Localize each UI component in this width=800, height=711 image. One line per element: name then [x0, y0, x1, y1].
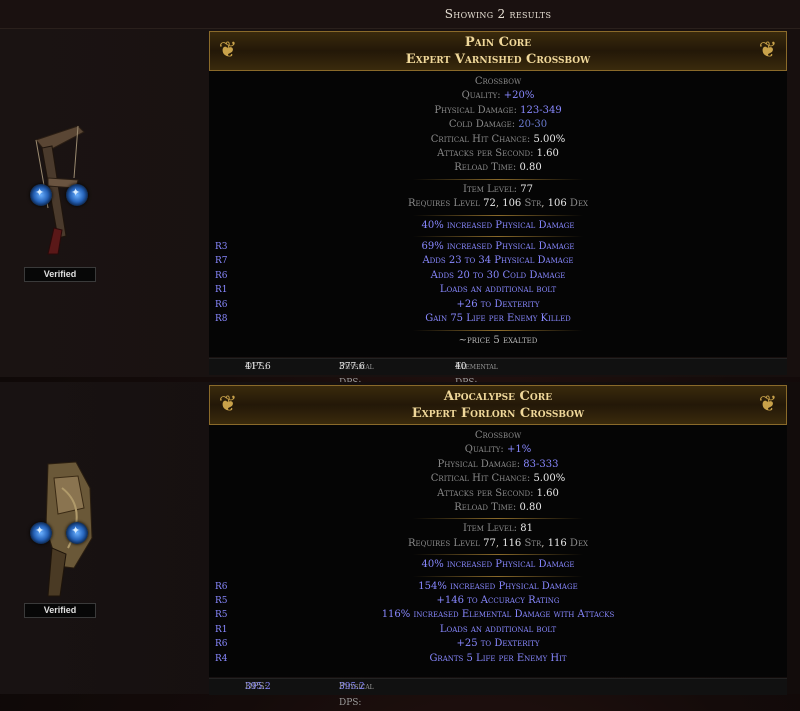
mod-text: 154% increased Physical Damage	[418, 580, 578, 592]
item-header: ❦ ❦ Apocalypse Core Expert Forlorn Cross…	[209, 385, 787, 425]
explicit-mods: R6 154% increased Physical Damage R5 +146 t…	[209, 580, 787, 666]
crit-chance-line: Critical Hit Chance: 5.00%	[430, 133, 566, 145]
explicit-mods: R3 69% increased Physical Damage R7 Adds 23…	[209, 240, 787, 326]
mod-tier: R6	[215, 299, 228, 310]
explicit-mod: R1 Loads an additional bolt	[209, 623, 787, 637]
item-base-type: Expert Forlorn Crossbow	[411, 406, 585, 421]
explicit-mod: R6 +25 to Dexterity	[209, 637, 787, 651]
separator	[413, 518, 583, 520]
mod-text: +26 to Dexterity	[456, 298, 540, 310]
dps-summary: DPS: 395.2 Physical DPS: 395.2	[209, 678, 787, 708]
separator	[413, 236, 583, 238]
mod-text: +25 to Dexterity	[456, 638, 540, 650]
cold-damage-line: Cold Damage: 20-30	[448, 119, 548, 131]
mod-tier: R5	[215, 596, 228, 607]
header-ornament-icon: ❦	[218, 38, 238, 63]
quality-line: Quality: +1%	[464, 444, 532, 456]
separator	[413, 554, 583, 556]
reload-time-line: Reload Time: 0.80	[454, 502, 542, 514]
mod-tier: R8	[215, 314, 228, 325]
item-tooltip: ❦ ❦ Apocalypse Core Expert Forlorn Cross…	[209, 385, 787, 677]
separator	[413, 214, 583, 216]
socket-icon	[66, 522, 88, 544]
socket-icon	[30, 184, 52, 206]
mod-text: Adds 23 to 34 Physical Damage	[422, 255, 574, 267]
requirements-line: Requires Level 72, 106 Str, 106 Dex	[407, 198, 589, 210]
crit-chance-line: Critical Hit Chance: 5.00%	[430, 473, 566, 485]
explicit-mod: R4 Grants 5 Life per Enemy Hit	[209, 652, 787, 666]
item-level-line: Item Level: 77	[463, 183, 533, 195]
socket-icon	[30, 522, 52, 544]
mod-text: Gain 75 Life per Enemy Killed	[425, 313, 571, 325]
mod-tier: R6	[215, 270, 228, 281]
item-image[interactable]	[18, 458, 110, 598]
item-class: Crossbow	[474, 76, 522, 87]
explicit-mod: R3 69% increased Physical Damage	[209, 240, 787, 254]
explicit-mod: R6 +26 to Dexterity	[209, 298, 787, 312]
mod-tier: R6	[215, 639, 228, 650]
verified-badge: Verified	[24, 267, 96, 282]
explicit-mod: R8 Gain 75 Life per Enemy Killed	[209, 312, 787, 326]
verified-badge: Verified	[24, 603, 96, 618]
mod-tier: R7	[215, 256, 228, 267]
socket-icon	[66, 184, 88, 206]
explicit-mod: R1 Loads an additional bolt	[209, 283, 787, 297]
item-name: Apocalypse Core	[443, 389, 553, 404]
explicit-mod: R5 +146 to Accuracy Rating	[209, 594, 787, 608]
header-ornament-icon: ❦	[218, 392, 238, 417]
item-properties: Crossbow Quality: +20% Physical Damage: …	[209, 71, 787, 216]
separator	[413, 575, 583, 577]
explicit-mod: R7 Adds 23 to 34 Physical Damage	[209, 254, 787, 268]
item-image[interactable]	[18, 118, 110, 258]
mod-text: Loads an additional bolt	[439, 284, 557, 296]
mod-text: 116% increased Elemental Damage with Att…	[381, 609, 615, 621]
mod-text: 69% increased Physical Damage	[421, 241, 575, 253]
mod-tier: R4	[215, 653, 228, 664]
item-class: Crossbow	[474, 430, 522, 441]
results-count: Showing 2 results	[444, 7, 552, 21]
quality-line: Quality: +20%	[461, 90, 535, 102]
mod-text: Adds 20 to 30 Cold Damage	[430, 269, 566, 281]
mod-tier: R3	[215, 242, 228, 253]
requirements-line: Requires Level 77, 116 Str, 116 Dex	[407, 537, 589, 549]
explicit-mod: R5 116% increased Elemental Damage with A…	[209, 608, 787, 622]
mod-tier: R1	[215, 285, 228, 296]
item-tooltip: ❦ ❦ Pain Core Expert Varnished Crossbow …	[209, 31, 787, 357]
price-note: ~price 5 exalted	[458, 334, 538, 346]
mod-tier: R1	[215, 624, 228, 635]
separator	[413, 178, 583, 180]
item-level-line: Item Level: 81	[463, 523, 533, 535]
implicit-mod: 40% increased Physical Damage	[421, 559, 575, 571]
reload-time-line: Reload Time: 0.80	[454, 162, 542, 174]
dps-summary: DPS: 417.6 Physical DPS: 377.6 Elemental…	[209, 358, 787, 388]
mod-text: +146 to Accuracy Rating	[436, 595, 560, 607]
results-header: Showing 2 results	[0, 0, 800, 29]
attack-speed-line: Attacks per Second: 1.60	[437, 487, 559, 499]
item-header: ❦ ❦ Pain Core Expert Varnished Crossbow	[209, 31, 787, 71]
physical-damage-line: Physical Damage: 83-333	[437, 458, 559, 470]
mod-tier: R5	[215, 610, 228, 621]
separator	[413, 329, 583, 331]
item-base-type: Expert Varnished Crossbow	[405, 52, 591, 67]
mod-text: Loads an additional bolt	[439, 623, 557, 635]
item-properties: Crossbow Quality: +1% Physical Damage: 8…	[209, 425, 787, 556]
explicit-mod: R6 154% increased Physical Damage	[209, 580, 787, 594]
header-ornament-icon: ❦	[758, 38, 778, 63]
mod-text: Grants 5 Life per Enemy Hit	[429, 652, 567, 664]
attack-speed-line: Attacks per Second: 1.60	[437, 148, 559, 160]
physical-damage-line: Physical Damage: 123-349	[434, 104, 562, 116]
explicit-mod: R6 Adds 20 to 30 Cold Damage	[209, 269, 787, 283]
mod-tier: R6	[215, 581, 228, 592]
item-name: Pain Core	[464, 35, 532, 50]
header-ornament-icon: ❦	[758, 392, 778, 417]
implicit-mod: 40% increased Physical Damage	[421, 219, 575, 231]
